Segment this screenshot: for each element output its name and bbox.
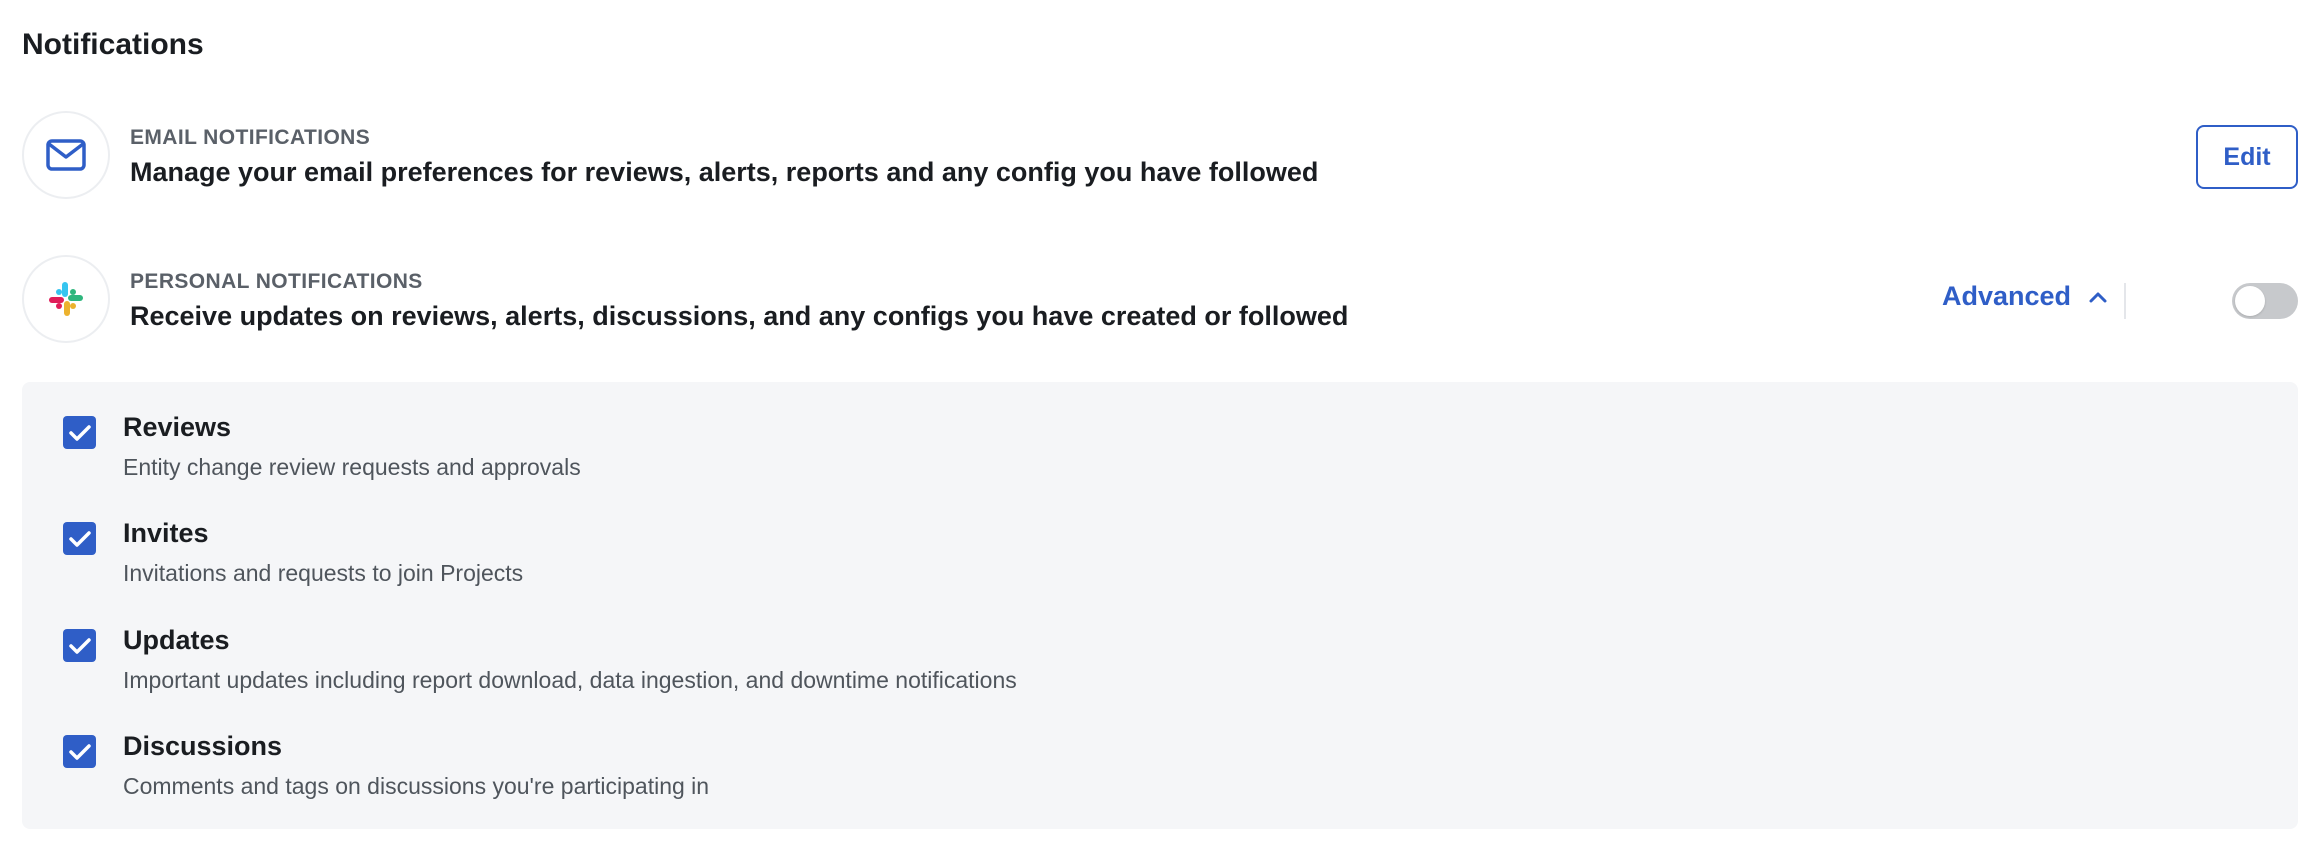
checkmark-icon <box>68 637 91 654</box>
checkmark-icon <box>68 743 91 760</box>
option-title: Updates <box>123 625 230 655</box>
option-invites: Invites Invitations and requests to join… <box>22 488 2298 588</box>
personal-notifications-row: PERSONAL NOTIFICATIONS Receive updates o… <box>22 255 2298 347</box>
divider <box>2124 283 2126 319</box>
option-title: Invites <box>123 518 209 548</box>
option-title: Reviews <box>123 412 232 442</box>
personal-notifications-toggle[interactable] <box>2232 283 2298 319</box>
option-discussions: Discussions Comments and tags on discuss… <box>22 701 2298 801</box>
notifications-page: Notifications EMAIL NOTIFICATIONS Manage… <box>0 0 2324 846</box>
edit-button[interactable]: Edit <box>2196 125 2298 189</box>
email-notifications-row: EMAIL NOTIFICATIONS Manage your email pr… <box>22 111 2298 203</box>
option-title: Discussions <box>123 731 283 761</box>
option-description: Important updates including report downl… <box>123 667 1017 693</box>
mail-icon <box>22 111 110 199</box>
slack-icon <box>22 255 110 343</box>
email-notifications-label: EMAIL NOTIFICATIONS <box>130 126 371 149</box>
option-reviews: Reviews Entity change review requests an… <box>22 382 2298 482</box>
checkbox-discussions[interactable] <box>63 735 96 768</box>
checkbox-updates[interactable] <box>63 629 96 662</box>
personal-notifications-description: Receive updates on reviews, alerts, disc… <box>130 301 1349 331</box>
email-notifications-description: Manage your email preferences for review… <box>130 157 1319 187</box>
option-description: Entity change review requests and approv… <box>123 454 581 480</box>
chevron-up-icon <box>2087 286 2109 308</box>
notification-options-panel: Reviews Entity change review requests an… <box>22 382 2298 829</box>
checkbox-invites[interactable] <box>63 522 96 555</box>
checkmark-icon <box>68 424 91 441</box>
checkmark-icon <box>68 530 91 547</box>
personal-notifications-label: PERSONAL NOTIFICATIONS <box>130 270 423 293</box>
toggle-knob <box>2235 286 2265 316</box>
checkbox-reviews[interactable] <box>63 416 96 449</box>
option-updates: Updates Important updates including repo… <box>22 595 2298 695</box>
advanced-label: Advanced <box>1942 281 2072 311</box>
advanced-toggle-button[interactable]: Advanced <box>1942 281 2109 312</box>
option-description: Comments and tags on discussions you're … <box>123 773 710 799</box>
page-title: Notifications <box>22 28 204 61</box>
option-description: Invitations and requests to join Project… <box>123 560 524 586</box>
